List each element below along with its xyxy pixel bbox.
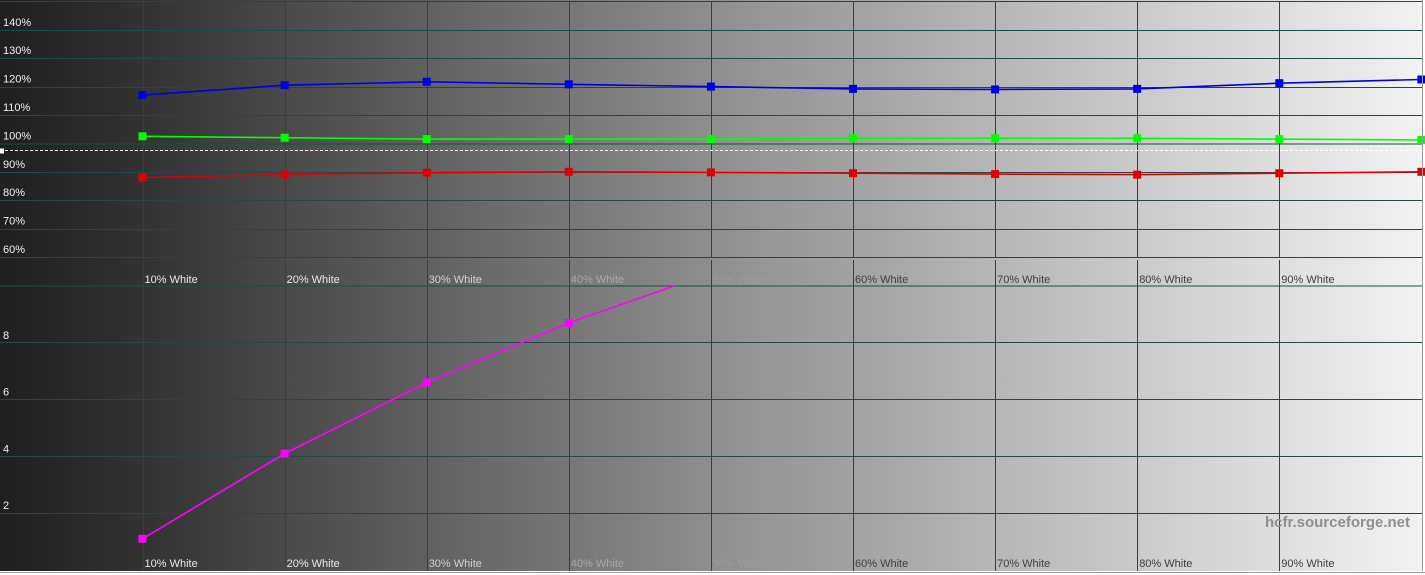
data-point (422, 168, 431, 177)
data-point (991, 134, 1000, 143)
data-point (280, 81, 289, 90)
y-tick-label: 110% (3, 102, 31, 114)
data-point (138, 91, 147, 100)
data-point (1133, 170, 1142, 179)
data-point (138, 173, 147, 182)
data-point (138, 132, 147, 141)
y-tick-label: 100% (3, 130, 31, 142)
x-tick-label: 60% White (855, 558, 908, 570)
x-tick-label: 70% White (997, 274, 1050, 286)
x-tick-label: 90% White (1281, 558, 1334, 570)
data-point (138, 534, 147, 543)
data-point (422, 77, 431, 86)
x-tick-label: 20% White (287, 274, 340, 286)
x-tick-label: 10% White (145, 274, 198, 286)
x-tick-label: 30% White (429, 274, 482, 286)
y-tick-label: 80% (3, 187, 25, 199)
y-tick-label: 2 (3, 500, 9, 512)
data-point (1275, 79, 1284, 88)
y-tick-label: 60% (3, 244, 25, 256)
data-point (1417, 75, 1425, 84)
y-tick-label: 4 (3, 443, 9, 455)
y-tick-label: 90% (3, 159, 25, 171)
x-tick-label: 60% White (855, 274, 908, 286)
data-point (422, 378, 431, 387)
data-point (564, 80, 573, 89)
data-point (706, 82, 715, 91)
data-point (280, 449, 289, 458)
y-tick-label: 120% (3, 74, 31, 86)
data-point (706, 135, 715, 144)
x-tick-label: 80% White (1139, 274, 1192, 286)
y-tick-label: 8 (3, 330, 9, 342)
data-point (1417, 135, 1425, 144)
y-tick-label: 70% (3, 216, 25, 228)
data-point (280, 170, 289, 179)
data-point (849, 84, 857, 93)
y-tick-label: 6 (3, 387, 9, 399)
x-tick-labels-bottom: 10% White 20% White 30% White 40% White 50% … (145, 558, 1335, 570)
y-tick-label: 130% (3, 45, 31, 57)
data-point (1275, 135, 1284, 144)
data-point (1275, 169, 1284, 178)
x-tick-label: 50% White (713, 558, 766, 570)
x-tick-label: 40% White (571, 558, 624, 570)
y-tick-label: 140% (3, 17, 31, 29)
data-point (706, 168, 715, 177)
rgb-balance-and-delta-e-chart: 60% 70% 80% 90% 100% 110% 120% 130% 140% 10% Whi… (0, 0, 1425, 573)
x-tick-label: 50% White (713, 274, 766, 286)
x-tick-label: 30% White (429, 558, 482, 570)
data-point (1133, 134, 1142, 143)
data-point (991, 85, 1000, 94)
data-point (1133, 84, 1142, 93)
chart-frame: 60% 70% 80% 90% 100% 110% 120% 130% 140% 10% Whi… (0, 0, 1425, 575)
data-point (849, 169, 857, 178)
x-tick-label: 70% White (997, 558, 1050, 570)
data-point (280, 133, 289, 142)
data-point (849, 134, 857, 143)
data-point (564, 167, 573, 176)
reference-marker (0, 148, 4, 154)
x-tick-labels-top: 10% White 20% White 30% White 40% White 50% … (145, 274, 1335, 286)
x-tick-label: 10% White (145, 558, 198, 570)
x-tick-label: 80% White (1139, 558, 1192, 570)
data-point (564, 135, 573, 144)
data-point (422, 135, 431, 144)
x-tick-label: 90% White (1281, 274, 1334, 286)
data-point (1417, 167, 1425, 176)
data-point (991, 170, 1000, 179)
x-tick-label: 20% White (287, 558, 340, 570)
x-tick-label: 40% White (571, 274, 624, 286)
watermark: hcfr.sourceforge.net (1265, 514, 1410, 531)
data-point (564, 318, 573, 327)
